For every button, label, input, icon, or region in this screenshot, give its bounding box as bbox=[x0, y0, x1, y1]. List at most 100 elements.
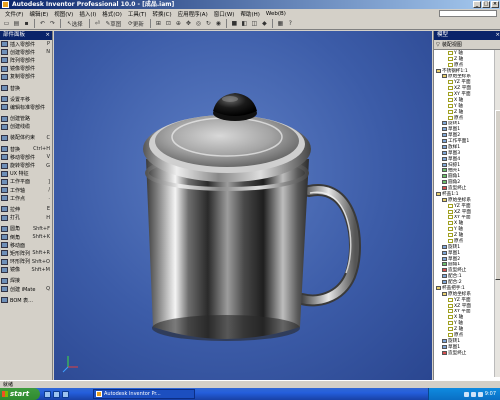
filter-icon[interactable]: ▽ bbox=[436, 42, 440, 48]
update-button[interactable]: ⟳ 更新 bbox=[125, 19, 147, 28]
panel-tool-item[interactable]: 创建零部件 N bbox=[0, 48, 52, 56]
panel-header[interactable]: 部件面板 × bbox=[0, 31, 52, 40]
menu-insert[interactable]: 插入(I) bbox=[76, 10, 99, 18]
tree-node-icon bbox=[442, 74, 447, 79]
tool-icon bbox=[1, 234, 8, 241]
sketch-button[interactable]: ✎ 草图 bbox=[103, 19, 125, 28]
panel-tool-item[interactable]: 镜像 Shft+M bbox=[0, 266, 52, 274]
panel-tool-item[interactable]: 插入零部件 P bbox=[0, 40, 52, 48]
volume-icon[interactable] bbox=[470, 391, 476, 397]
tool-shortcut: / bbox=[48, 187, 50, 194]
help-search-input[interactable] bbox=[439, 10, 497, 17]
color-icon[interactable]: ◆ bbox=[260, 19, 269, 28]
panel-tool-item[interactable]: 圆角 Shft+F bbox=[0, 225, 52, 233]
panel-tool-item[interactable]: 焊接 bbox=[0, 277, 52, 285]
quick-launch-ie-icon[interactable] bbox=[44, 390, 51, 398]
zoom-icon[interactable]: ⊕ bbox=[174, 19, 183, 28]
tool-icon bbox=[1, 104, 8, 111]
ime-icon[interactable] bbox=[477, 391, 483, 397]
start-button[interactable]: start bbox=[0, 388, 40, 400]
panel-tool-item[interactable]: 工作点. bbox=[0, 194, 52, 202]
tool-shortcut: Shft+M bbox=[31, 266, 50, 273]
browser-view-dropdown[interactable]: 装配视图 bbox=[442, 41, 462, 48]
shadow-icon[interactable]: ◧ bbox=[240, 19, 249, 28]
tool-shortcut: Shft+K bbox=[32, 234, 50, 241]
menu-web[interactable]: Web(B) bbox=[263, 11, 289, 17]
graphics-viewport[interactable] bbox=[54, 31, 432, 380]
tree-node-icon bbox=[448, 109, 453, 114]
menu-convert[interactable]: 转换(C) bbox=[150, 10, 175, 18]
look-at-icon[interactable]: ◉ bbox=[214, 19, 223, 28]
panel-tool-item[interactable]: 环形阵列 Shft+O bbox=[0, 258, 52, 266]
panel-tool-item[interactable]: 旋转零部件 G bbox=[0, 161, 52, 169]
redo-icon[interactable]: ↷ bbox=[48, 19, 57, 28]
browser-close-icon[interactable]: × bbox=[495, 31, 500, 40]
panel-tool-item[interactable]: 替换 bbox=[0, 84, 52, 92]
panel-tool-item[interactable]: 工作平面] bbox=[0, 178, 52, 186]
menu-view[interactable]: 视图(V) bbox=[51, 10, 76, 18]
panel-tool-item[interactable]: 移动面 bbox=[0, 241, 52, 249]
panel-tool-item[interactable]: 阵列零部件 bbox=[0, 56, 52, 64]
tree-node-icon bbox=[442, 274, 447, 279]
panel-tool-item[interactable]: 工作轴 / bbox=[0, 186, 52, 194]
panel-tool-item[interactable]: UX 特征 bbox=[0, 170, 52, 178]
analysis-icon[interactable]: ▦ bbox=[276, 19, 285, 28]
panel-tool-item[interactable]: 设置平移 bbox=[0, 95, 52, 103]
panel-tool-item[interactable]: 矩形阵列 Shft+R bbox=[0, 249, 52, 257]
zoom-window-icon[interactable]: ⊡ bbox=[164, 19, 173, 28]
menu-format[interactable]: 格式(O) bbox=[99, 10, 125, 18]
return-icon[interactable]: ⏎ bbox=[93, 19, 102, 28]
menu-tools[interactable]: 工具(T) bbox=[125, 10, 150, 18]
tree-node[interactable]: 造型终止 bbox=[434, 350, 500, 356]
new-file-icon[interactable]: ▭ bbox=[2, 19, 11, 28]
maximize-button[interactable]: □ bbox=[482, 1, 490, 8]
scrollbar-thumb[interactable] bbox=[495, 110, 500, 280]
shaded-display-icon[interactable]: ■ bbox=[230, 19, 239, 28]
menu-applications[interactable]: 应用程序(A) bbox=[175, 10, 211, 18]
zoom-all-icon[interactable]: ⊞ bbox=[154, 19, 163, 28]
tool-label: 创建零部件 bbox=[10, 49, 36, 56]
menu-edit[interactable]: 编辑(E) bbox=[26, 10, 51, 18]
zoom-selected-icon[interactable]: ◎ bbox=[194, 19, 203, 28]
panel-tool-item[interactable]: 移动零部件 V bbox=[0, 153, 52, 161]
panel-tool-item[interactable]: 复制零部件 bbox=[0, 73, 52, 81]
panel-tool-item[interactable]: 倒角 Shft+K bbox=[0, 233, 52, 241]
pan-icon[interactable]: ✥ bbox=[184, 19, 193, 28]
panel-tool-item[interactable]: 拉伸 E bbox=[0, 205, 52, 213]
save-icon[interactable]: ▪ bbox=[22, 19, 31, 28]
panel-tool-item[interactable]: 打孔 H bbox=[0, 214, 52, 222]
panel-tool-item[interactable]: 创建线缆 bbox=[0, 123, 52, 131]
panel-tool-item[interactable]: BOM 表... bbox=[0, 296, 52, 304]
quick-launch-media-icon[interactable] bbox=[62, 390, 69, 398]
panel-tool-item[interactable]: 替换 Ctrl+H bbox=[0, 145, 52, 153]
panel-tool-item[interactable]: 装配体约束 C bbox=[0, 134, 52, 142]
camera-icon[interactable]: ◫ bbox=[250, 19, 259, 28]
menu-file[interactable]: 文件(F) bbox=[2, 10, 26, 18]
tree-node-icon bbox=[442, 121, 447, 126]
select-button[interactable]: ↖ 选择 bbox=[64, 19, 86, 28]
taskbar: start Autodesk Inventor Pr... 9:07 bbox=[0, 388, 500, 400]
minimize-button[interactable]: _ bbox=[473, 1, 481, 8]
quick-launch-desktop-icon[interactable] bbox=[53, 390, 60, 398]
menu-window[interactable]: 窗口(W) bbox=[211, 10, 238, 18]
tool-label: 阵列零部件 bbox=[10, 57, 36, 64]
close-button[interactable]: × bbox=[491, 1, 499, 8]
panel-close-icon[interactable]: × bbox=[45, 31, 52, 40]
tree-node-icon bbox=[448, 327, 453, 332]
help-icon[interactable]: ? bbox=[286, 19, 295, 28]
panel-tool-item[interactable]: 镜像零部件 bbox=[0, 65, 52, 73]
tool-shortcut: G bbox=[46, 162, 50, 169]
browser-header[interactable]: 模型 × bbox=[434, 31, 500, 40]
menu-help[interactable]: 帮助(H) bbox=[237, 10, 262, 18]
panel-tool-item[interactable]: 创建管路 bbox=[0, 115, 52, 123]
tree-node-icon bbox=[448, 215, 453, 220]
undo-icon[interactable]: ↶ bbox=[38, 19, 47, 28]
network-icon[interactable] bbox=[463, 391, 469, 397]
open-file-icon[interactable]: ▤ bbox=[12, 19, 21, 28]
panel-tool-item[interactable]: 编辑标准零部件 bbox=[0, 103, 52, 111]
browser-scrollbar[interactable] bbox=[494, 50, 500, 377]
rotate-icon[interactable]: ↻ bbox=[204, 19, 213, 28]
tool-icon bbox=[1, 225, 8, 232]
taskbar-item-inventor[interactable]: Autodesk Inventor Pr... bbox=[93, 389, 195, 399]
panel-tool-item[interactable]: 创建 iMate Q bbox=[0, 285, 52, 293]
